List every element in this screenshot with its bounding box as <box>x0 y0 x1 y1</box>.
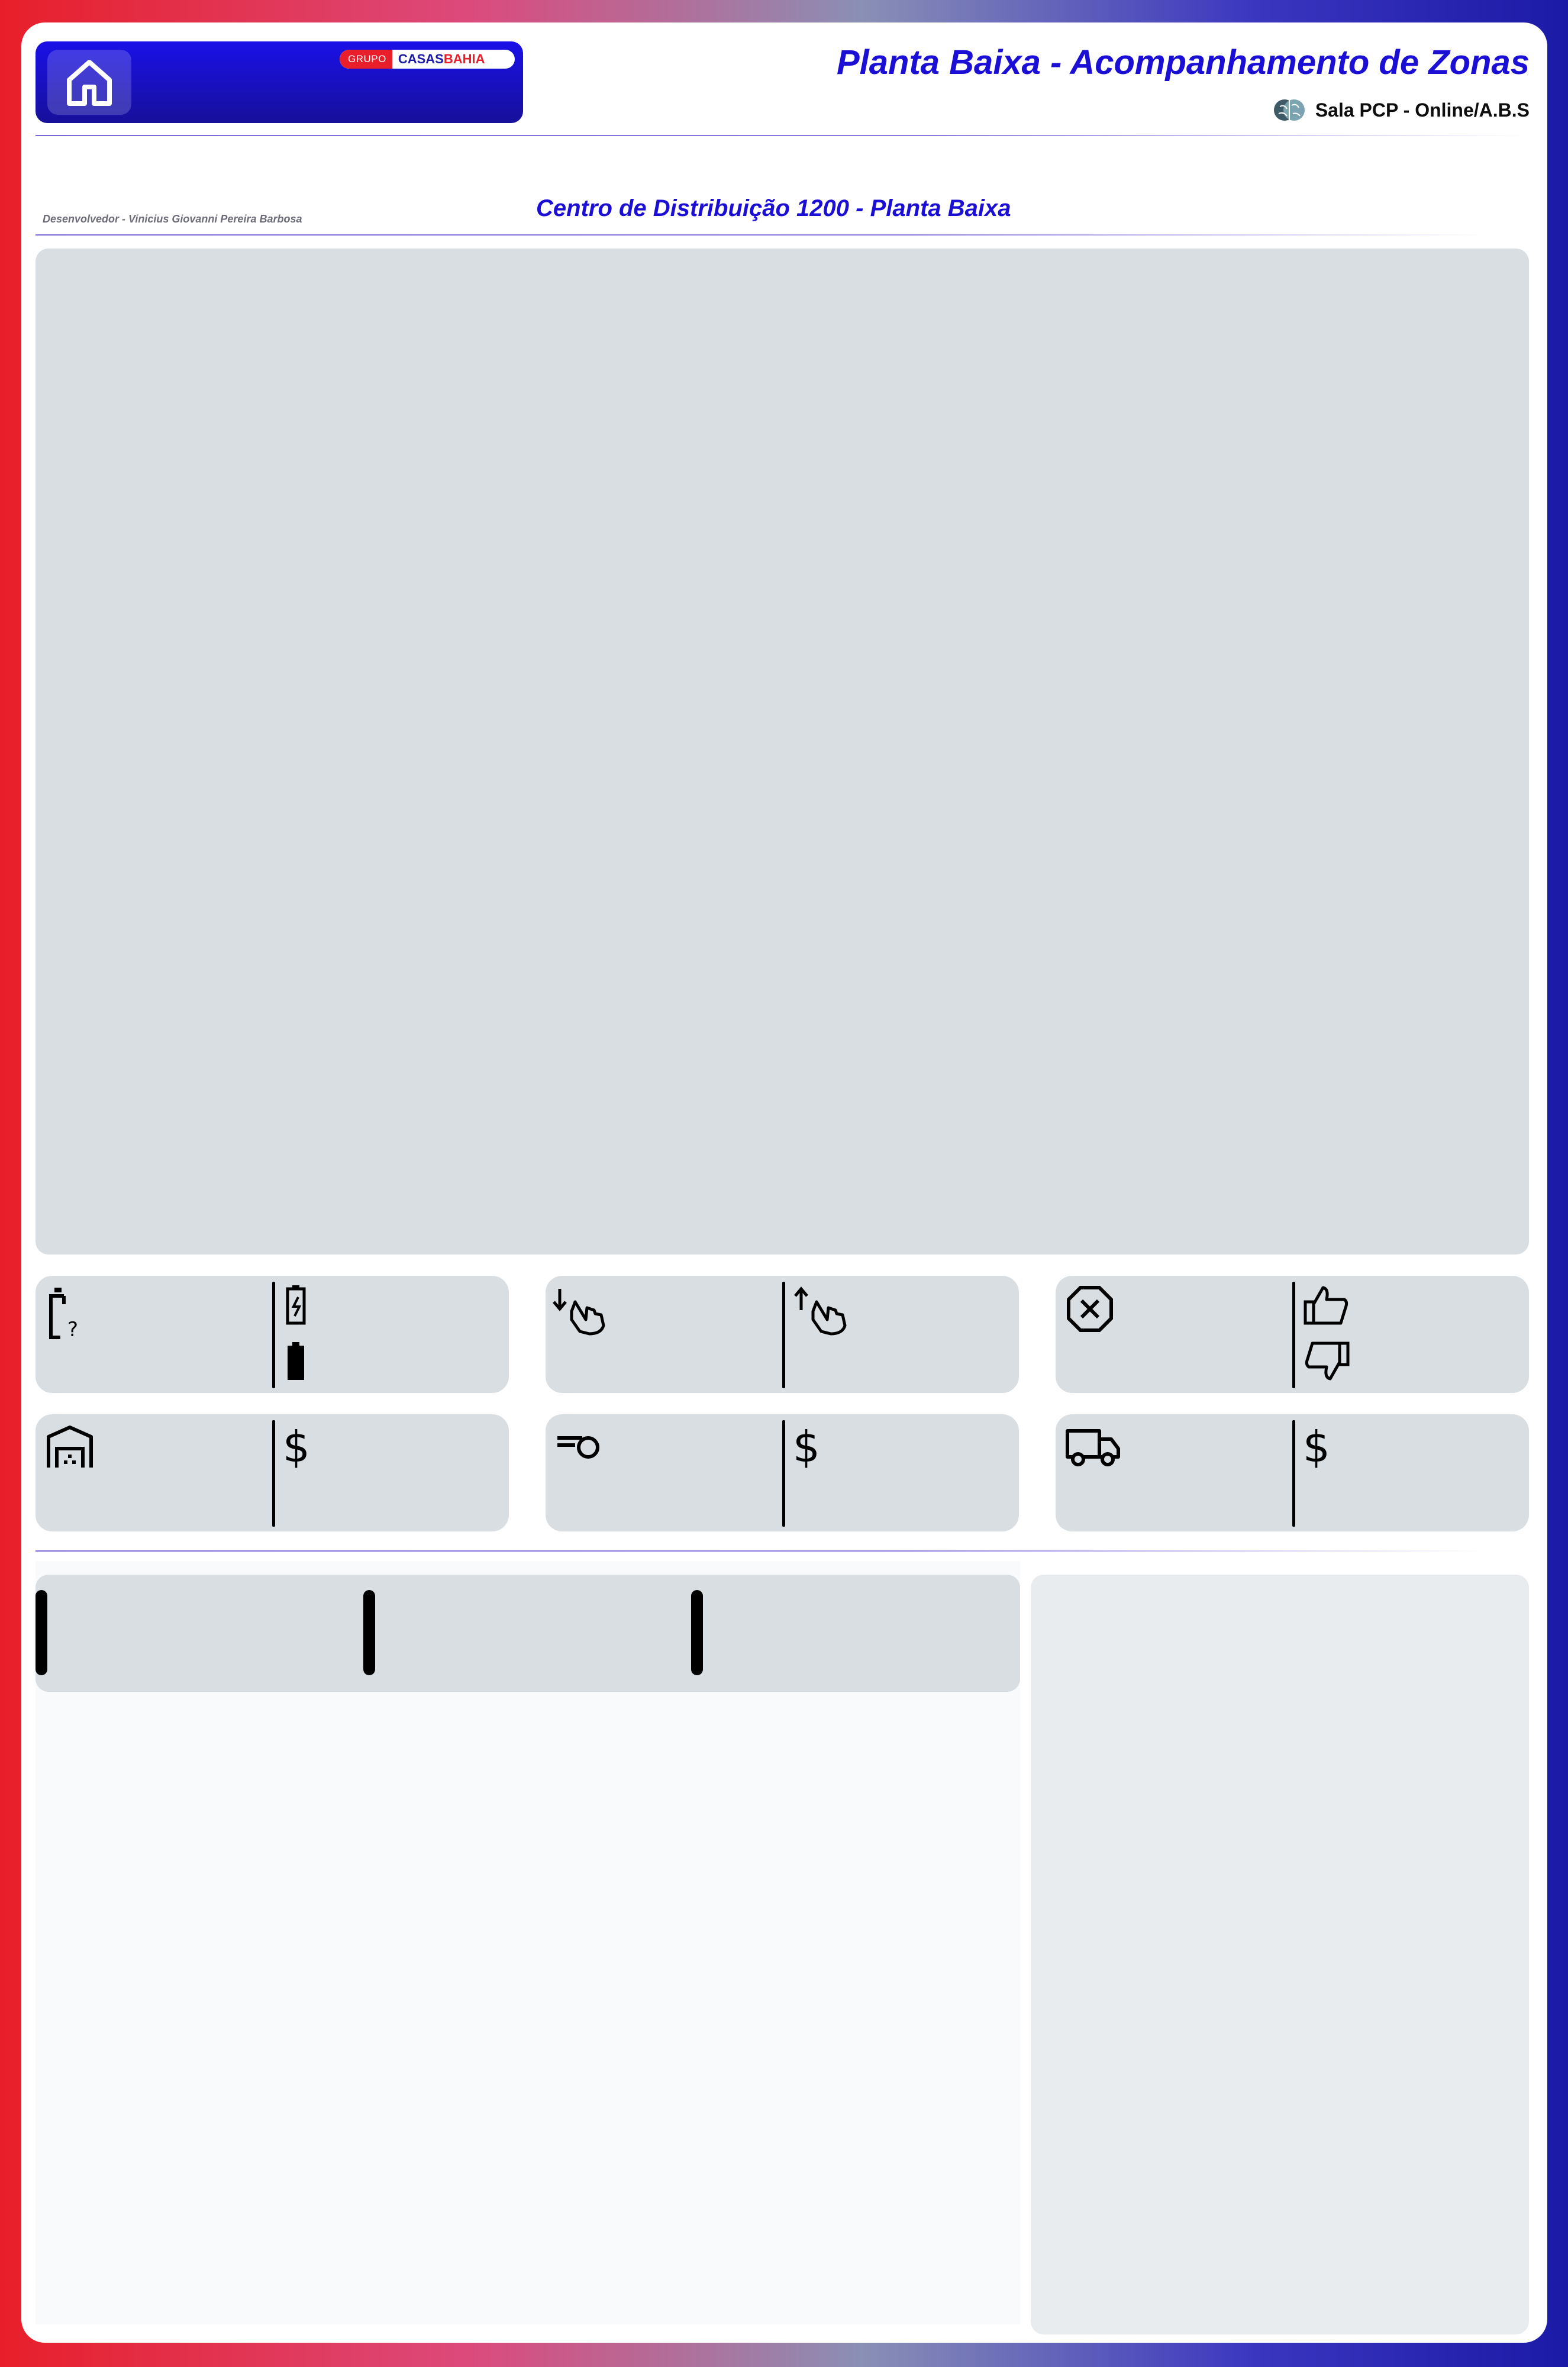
svg-text:?: ? <box>67 1318 78 1341</box>
swipe-up-hand-icon <box>794 1286 847 1336</box>
brand-bahia: BAHIA <box>443 51 485 66</box>
thumbs-down-icon <box>1305 1341 1350 1381</box>
kpi-card-warehouse: $ <box>36 1414 509 1531</box>
kpi-card-approval <box>1056 1276 1529 1393</box>
svg-text:$: $ <box>1303 1423 1330 1470</box>
fast-tag-icon <box>557 1436 599 1459</box>
kpi-card-battery: ? <box>36 1276 509 1393</box>
warehouse-icon <box>47 1426 93 1468</box>
kpi-card-fast: $ <box>546 1414 1019 1531</box>
battery-charging-icon <box>286 1285 306 1325</box>
dollar-icon: $ <box>793 1423 820 1470</box>
header-divider <box>36 135 1527 136</box>
kpi-divider <box>782 1420 785 1527</box>
side-panel <box>1031 1575 1529 2334</box>
tab-1[interactable] <box>36 1590 47 1675</box>
kpi-card-swipe <box>546 1276 1019 1393</box>
page-container: GRUPO CASAS BAHIA Planta Baixa - Acompan… <box>21 22 1547 2343</box>
dollar-icon: $ <box>1303 1423 1330 1470</box>
floor-plan-area[interactable] <box>36 249 1529 1255</box>
developer-credit: Desenvolvedor - Vinicius Giovanni Pereir… <box>43 213 302 225</box>
cancel-octagon-icon <box>1067 1286 1113 1332</box>
page-title: Planta Baixa - Acompanhamento de Zonas <box>837 43 1530 82</box>
section-divider <box>36 234 1485 236</box>
svg-text:$: $ <box>283 1423 310 1470</box>
kpi-divider <box>1292 1282 1295 1388</box>
svg-text:$: $ <box>793 1423 820 1470</box>
section-title: Centro de Distribuição 1200 - Planta Bai… <box>536 195 1011 221</box>
kpi-divider <box>272 1282 275 1388</box>
page-subtitle: Sala PCP - Online/A.B.S <box>1315 99 1530 121</box>
tab-2[interactable] <box>363 1590 375 1675</box>
brand-casas: CASAS <box>398 51 444 66</box>
swipe-down-hand-icon <box>553 1289 605 1336</box>
battery-full-icon <box>288 1342 304 1380</box>
subtitle-row: Sala PCP - Online/A.B.S <box>1273 93 1530 127</box>
dollar-icon: $ <box>283 1423 310 1470</box>
thumbs-up-icon <box>1304 1286 1348 1325</box>
truck-icon <box>1066 1429 1120 1466</box>
brand-grupo: GRUPO <box>340 50 392 69</box>
header-brand-card: GRUPO CASAS BAHIA <box>36 41 523 123</box>
kpi-card-delivery: $ <box>1056 1414 1529 1531</box>
brand-logo: GRUPO CASAS BAHIA <box>340 50 515 69</box>
kpi-divider-line <box>36 1550 1485 1552</box>
kpi-divider <box>1292 1420 1295 1527</box>
battery-unknown-icon: ? <box>49 1288 78 1341</box>
kpi-divider <box>272 1420 275 1527</box>
kpi-divider <box>782 1282 785 1388</box>
tab-bar <box>36 1575 1020 1692</box>
tab-3[interactable] <box>691 1590 703 1675</box>
brain-icon <box>1273 99 1305 121</box>
home-icon <box>67 60 112 106</box>
home-button[interactable] <box>47 50 131 115</box>
